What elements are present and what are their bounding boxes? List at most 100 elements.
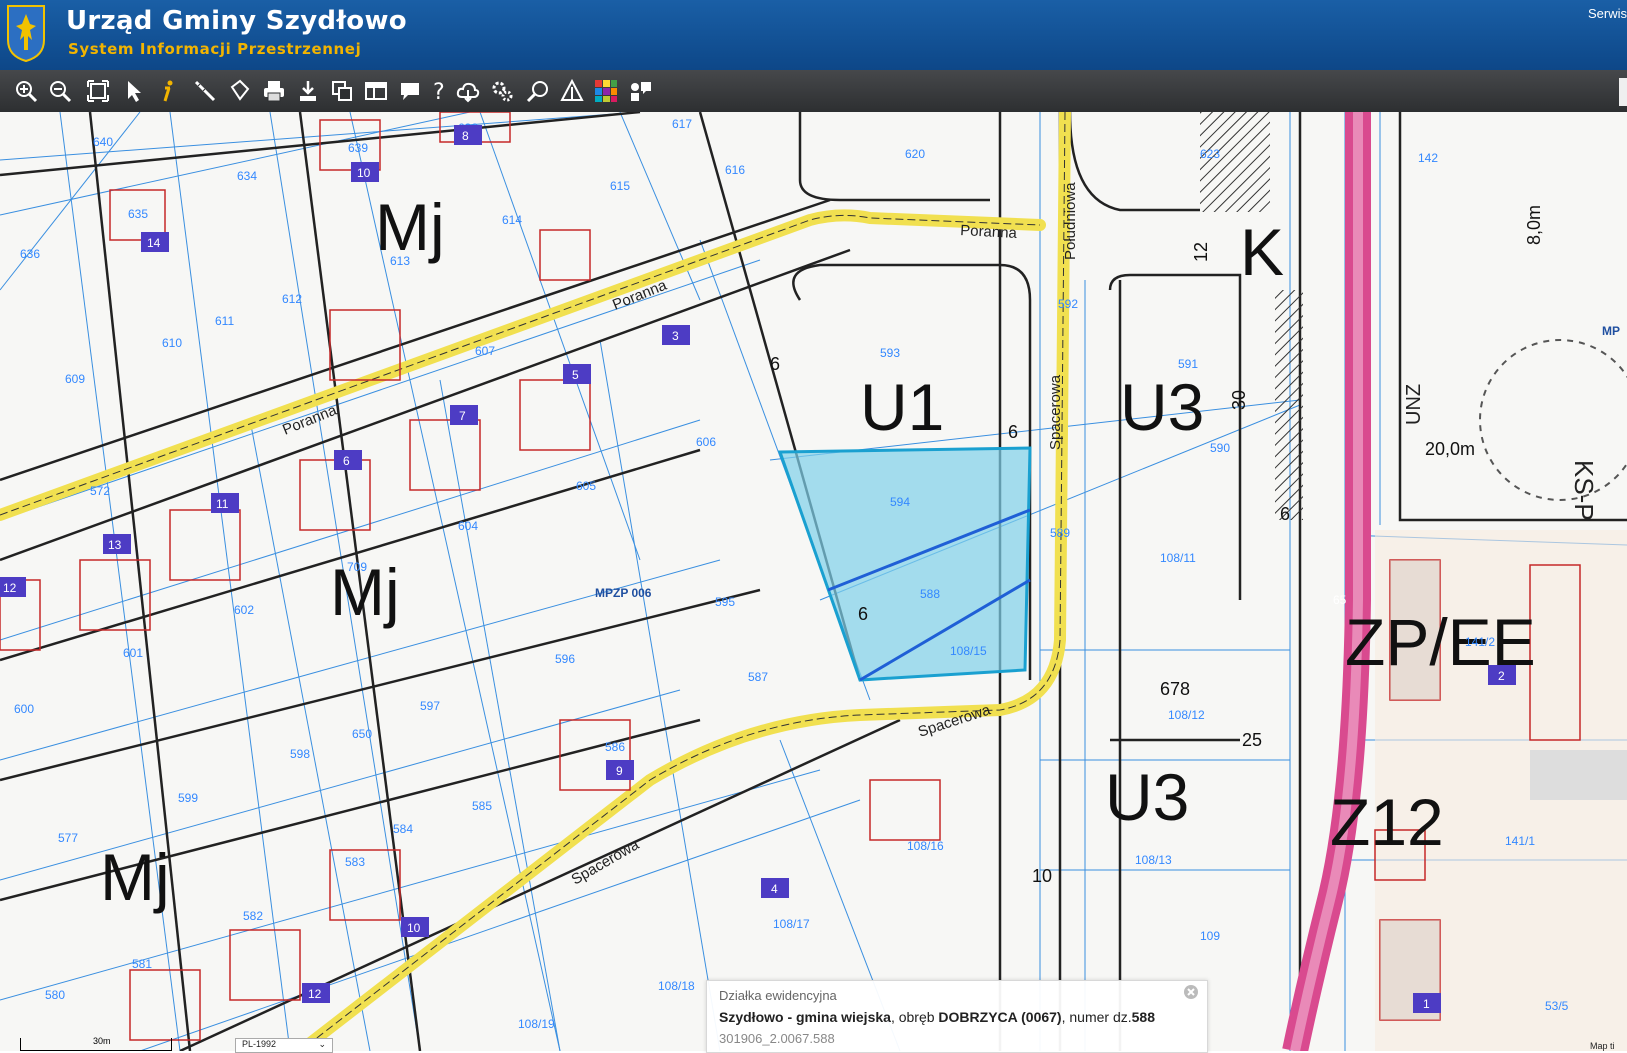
popup-parcel-id: 301906_2.0067.588 (719, 1031, 835, 1046)
download-icon[interactable] (296, 79, 320, 103)
parcel-number: 108/13 (1135, 853, 1172, 867)
parcel-number: 141/1 (1505, 834, 1535, 848)
parcel-number: 108/16 (907, 839, 944, 853)
zone-mj-top: Mj (375, 190, 445, 264)
parcel-number: 592 (1058, 297, 1078, 311)
side-label-unz: UNZ (1403, 384, 1425, 425)
parcel-number: 606 (696, 435, 716, 449)
hatched-block (1200, 112, 1270, 212)
parcel-number: 636 (20, 247, 40, 261)
measure-area-icon[interactable] (228, 79, 252, 103)
dimension-label: 6 (1280, 504, 1290, 524)
parcel-number: 598 (290, 747, 310, 761)
selected-parcel-area[interactable] (777, 446, 1032, 682)
parcel-number: 587 (748, 670, 768, 684)
dimension-label: 12 (1191, 242, 1211, 262)
svg-text:?: ? (433, 80, 445, 103)
parcel-number: 597 (420, 699, 440, 713)
app-header: Urząd Gminy Szydłowo System Informacji P… (0, 0, 1627, 70)
zoom-out-icon[interactable] (48, 79, 72, 103)
select-pointer-icon[interactable] (122, 79, 146, 103)
map-tip-label: Map ti (1590, 1041, 1615, 1051)
address-number: 3 (672, 329, 679, 343)
zone-u1: U1 (860, 370, 944, 444)
popup-place: Szydłowo - gmina wiejska (719, 1009, 891, 1025)
parcel-number: 593 (880, 346, 900, 360)
parcel-number: 611 (215, 314, 234, 328)
parcel-number: 580 (45, 988, 65, 1002)
mpzp-plan-label: MPZP 006 (595, 586, 652, 600)
parcel-number: 635 (128, 207, 148, 221)
warning-icon[interactable] (560, 78, 584, 103)
layout-icon[interactable] (364, 79, 388, 103)
parcel-number: 595 (715, 595, 735, 609)
coat-of-arms-logo (7, 5, 45, 62)
parcel-number: 605 (576, 479, 596, 493)
parcel-number: 572 (90, 484, 110, 498)
parcel-number: 590 (1210, 441, 1230, 455)
address-number: 1 (1423, 997, 1430, 1011)
parcel-number: 594 (890, 495, 910, 509)
address-number: 6 (343, 454, 350, 468)
parcel-number: 623 (1200, 147, 1220, 161)
parcel-number: 142 (1418, 151, 1438, 165)
zoom-in-icon[interactable] (14, 79, 38, 103)
address-number: 14 (147, 236, 161, 250)
chevron-down-icon: ⌄ (318, 1039, 326, 1049)
popup-sep: , numer dz. (1061, 1009, 1132, 1025)
parcel-number: 588 (920, 587, 940, 601)
parcel-number: 108/11 (1160, 551, 1196, 565)
dimension-label: 8,0m (1524, 205, 1544, 245)
address-number: 12 (3, 581, 17, 595)
measure-length-icon[interactable] (193, 79, 217, 103)
parcel-number: 108/17 (773, 917, 810, 931)
parcel-number: 599 (178, 791, 198, 805)
help-icon[interactable]: ? (428, 79, 452, 105)
popup-sep: , obręb (890, 1009, 939, 1025)
address-number: 8 (462, 129, 469, 143)
parcel-number: 709 (347, 560, 367, 574)
speech-bubble-icon[interactable] (398, 79, 422, 103)
parcel-number: 53/5 (1545, 999, 1569, 1013)
zone-z12: Z12 (1330, 785, 1444, 859)
dimension-label: 6 (858, 604, 868, 624)
dimension-label: 10 (1032, 866, 1052, 886)
color-palette-icon[interactable] (594, 79, 618, 103)
info-icon[interactable] (156, 79, 180, 103)
dimension-label: 678 (1160, 679, 1190, 699)
copy-icon[interactable] (330, 79, 354, 103)
full-extent-icon[interactable] (86, 79, 110, 103)
parcel-number: 586 (605, 740, 625, 754)
zone-u3-bottom: U3 (1105, 760, 1189, 834)
cloud-icon[interactable] (456, 79, 480, 103)
parcel-number: 141/2 (1465, 635, 1495, 649)
parcel-number: 650 (352, 727, 372, 741)
parcel-number: 591 (1178, 357, 1198, 371)
parcel-number: 617 (672, 117, 692, 131)
scale-bar: 30m (20, 1036, 172, 1051)
settings-icon[interactable] (490, 79, 514, 103)
parcel-number: 583 (345, 855, 365, 869)
scale-label: 30m (93, 1036, 111, 1046)
app-subtitle: System Informacji Przestrzennej (68, 40, 362, 58)
search-icon[interactable] (526, 79, 550, 103)
parcel-number: 596 (555, 652, 575, 666)
toolbar-edge (1619, 78, 1627, 106)
parcel-number: 607 (475, 344, 495, 358)
street-label-poranna: Poranna (960, 222, 1018, 242)
close-icon[interactable] (1183, 984, 1199, 1000)
comment-icon[interactable] (628, 79, 652, 103)
address-number: 13 (108, 538, 122, 552)
address-number: 7 (459, 409, 466, 423)
address-number: 11 (216, 497, 229, 511)
parcel-number: 582 (243, 909, 263, 923)
crs-value: PL-1992 (242, 1039, 277, 1049)
zone-u3-top: U3 (1120, 370, 1204, 444)
print-icon[interactable] (262, 79, 286, 103)
parcel-number: 615 (610, 179, 630, 193)
map-canvas[interactable]: Mj Mj Mj U1 U3 U3 K ZP/EE Z12 Poranna Po… (0, 112, 1627, 1051)
street-label-spacerowa: Spacerowa (1047, 374, 1064, 450)
zone-k: K (1240, 215, 1284, 289)
service-link[interactable]: Serwis (1588, 6, 1627, 21)
side-label-mp: MP (1602, 324, 1620, 338)
